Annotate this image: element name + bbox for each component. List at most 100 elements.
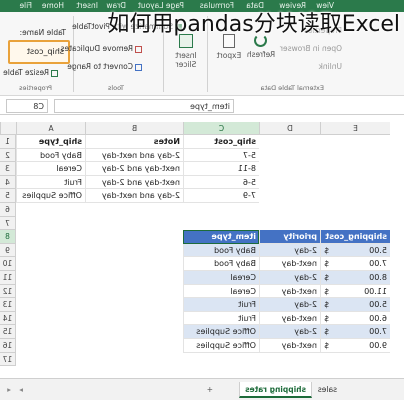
remove-duplicates-label: Remove Duplicates: [60, 44, 133, 53]
table1-cell[interactable]: 8-11: [183, 162, 259, 176]
table2-cell[interactable]: 2-day: [259, 271, 320, 285]
currency-symbol: $: [324, 286, 330, 296]
row-header[interactable]: 13: [0, 298, 16, 312]
unlink-button[interactable]: Unlink: [318, 62, 342, 71]
column-header-e[interactable]: E: [320, 122, 390, 135]
table2-cell[interactable]: next-day: [259, 339, 320, 353]
cost-value: 7.00: [369, 327, 387, 337]
table2-cell[interactable]: $8.00: [320, 271, 390, 285]
table2-cell[interactable]: 2-day: [259, 243, 320, 258]
table1-header-cell[interactable]: ship_type: [16, 135, 85, 149]
row-header[interactable]: 16: [0, 339, 16, 353]
cost-value: 5.00: [369, 245, 387, 255]
table2-cell[interactable]: Cereal: [183, 271, 259, 285]
row-header[interactable]: 3: [0, 162, 16, 176]
refresh-button[interactable]: Refresh: [246, 34, 276, 74]
column-header-d[interactable]: D: [259, 122, 320, 135]
formula-input[interactable]: item_type: [54, 99, 234, 113]
row-header[interactable]: 11: [0, 271, 16, 285]
cost-value: 11.00: [364, 286, 387, 296]
table2-cell[interactable]: Baby Food: [183, 257, 259, 271]
add-sheet-icon[interactable]: +: [202, 382, 218, 398]
table1-cell[interactable]: next-day and 2-day: [85, 162, 183, 176]
remove-duplicates-button[interactable]: Remove Duplicates: [61, 44, 142, 53]
excel-window: File Home Insert Draw Page Layout Formul…: [0, 0, 404, 400]
row-header[interactable]: 6: [0, 203, 16, 217]
name-box[interactable]: C8: [6, 99, 48, 113]
refresh-label: Refresh: [246, 50, 276, 59]
row-header[interactable]: 12: [0, 284, 16, 299]
resize-table-button[interactable]: Resize Table: [3, 68, 58, 77]
currency-symbol: $: [324, 259, 330, 269]
select-all-corner[interactable]: [0, 122, 16, 135]
table2-cell[interactable]: next-day: [259, 284, 320, 299]
table2-cell[interactable]: $7.00: [320, 325, 390, 339]
table1-cell[interactable]: 2-day and next-day: [85, 189, 183, 203]
table2-cell[interactable]: Office Supplies: [183, 339, 259, 353]
currency-symbol: $: [324, 245, 330, 255]
export-button[interactable]: Export: [214, 34, 244, 74]
table2-cell[interactable]: Baby Food: [183, 243, 259, 258]
row-header[interactable]: 4: [0, 175, 16, 190]
table2-cell[interactable]: $7.00: [320, 257, 390, 271]
table2-cell[interactable]: $11.00: [320, 284, 390, 299]
next-sheet-arrow-icon[interactable]: ▸: [14, 382, 28, 398]
table2-cell[interactable]: $9.00: [320, 339, 390, 353]
table2-cell[interactable]: Office Supplies: [183, 325, 259, 339]
table1-header-cell[interactable]: Notes: [85, 135, 183, 149]
column-header-a[interactable]: A: [16, 122, 85, 135]
export-label: Export: [216, 51, 242, 60]
insert-slicer-button[interactable]: Insert Slicer: [168, 34, 204, 74]
row-header[interactable]: 10: [0, 257, 16, 271]
table1-cell[interactable]: Office Supplies: [16, 189, 85, 203]
table2-cell[interactable]: Fruit: [183, 311, 259, 326]
table2-cell[interactable]: $5.00: [320, 243, 390, 258]
table2-cell[interactable]: $6.00: [320, 311, 390, 326]
table1-cell[interactable]: Cereal: [16, 162, 85, 176]
table2-cell[interactable]: Cereal: [183, 284, 259, 299]
table1-cell[interactable]: Fruit: [16, 175, 85, 190]
table2-cell[interactable]: 2-day: [259, 298, 320, 312]
table2-cell[interactable]: next-day: [259, 311, 320, 326]
tools-group-label: Tools: [107, 84, 124, 92]
open-in-browser-button[interactable]: Open in Browser: [280, 44, 342, 53]
table1-cell[interactable]: 7-9: [183, 189, 259, 203]
row-header[interactable]: 15: [0, 325, 16, 339]
table1-cell[interactable]: 5-6: [183, 175, 259, 190]
row-header[interactable]: 9: [0, 243, 16, 258]
table2-header-cell[interactable]: item_type: [183, 230, 259, 244]
remove-duplicates-icon: [135, 45, 142, 53]
row-header[interactable]: 1: [0, 135, 16, 149]
convert-to-range-button[interactable]: Convert to Range: [67, 62, 142, 71]
cost-value: 9.00: [369, 341, 387, 350]
table1-cell[interactable]: Baby Food: [16, 148, 85, 163]
table2-header-cell[interactable]: shipping_cost: [320, 230, 390, 244]
table1-cell[interactable]: 5-7: [183, 148, 259, 163]
overlay-title: 如何用pandas分块读取Excel: [107, 12, 400, 37]
convert-label: Convert to Range: [67, 62, 133, 71]
insert-slicer-label: Insert Slicer: [175, 51, 197, 69]
table2-header-cell[interactable]: priority: [259, 230, 320, 244]
table1-header-cell[interactable]: ship_cost: [183, 135, 259, 149]
row-header[interactable]: 8: [0, 230, 16, 244]
external-group-label: External Table Data: [260, 84, 324, 92]
table2-cell[interactable]: 2-day: [259, 325, 320, 339]
table1-cell[interactable]: 2-day and next-day: [85, 148, 183, 163]
table1-cell[interactable]: next-day and 2-day: [85, 175, 183, 190]
resize-table-label: Resize Table: [3, 68, 49, 77]
sheet-tab-shipping-rates[interactable]: shipping rates: [239, 382, 312, 398]
row-header[interactable]: 17: [0, 352, 16, 367]
column-header-c[interactable]: C: [183, 122, 259, 135]
table2-cell[interactable]: Fruit: [183, 298, 259, 312]
row-header[interactable]: 7: [0, 216, 16, 231]
table2-cell[interactable]: $5.00: [320, 298, 390, 312]
row-header[interactable]: 14: [0, 311, 16, 326]
worksheet-grid: A B C D E 1 2 3 4 5 6 7 8 9 10 11 12 13 14 15 16 17 ship…: [0, 122, 404, 378]
currency-symbol: $: [324, 273, 330, 282]
table2-cell[interactable]: next-day: [259, 257, 320, 271]
column-header-b[interactable]: B: [85, 122, 183, 135]
currency-symbol: $: [324, 313, 330, 323]
row-header[interactable]: 2: [0, 148, 16, 163]
sheet-tab-sales[interactable]: sales: [313, 382, 342, 398]
row-header[interactable]: 5: [0, 189, 16, 203]
